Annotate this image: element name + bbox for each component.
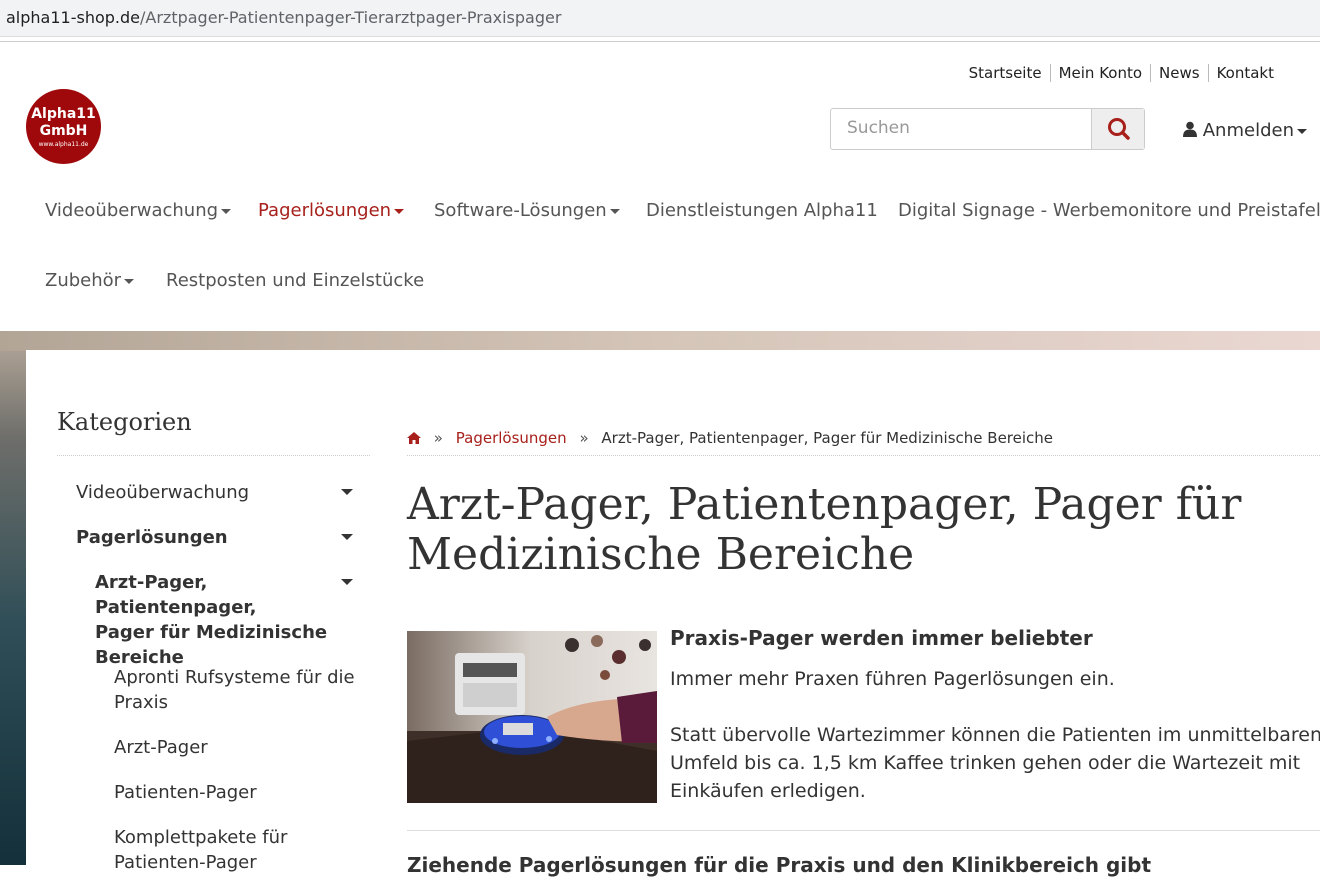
product-photo (407, 631, 657, 803)
pager-photo-illustration (407, 631, 657, 803)
divider (407, 455, 1320, 456)
login-dropdown[interactable]: Anmelden (1183, 120, 1307, 141)
content-panel: Kategorien Videoüberwachung Pagerlösunge… (26, 350, 1320, 877)
chevron-down-icon (1296, 128, 1307, 134)
section-paragraph: Statt übervolle Wartezimmer können die P… (670, 724, 1320, 802)
nav-item-dienstleistungen[interactable]: Dienstleistungen Alpha11 (646, 200, 878, 221)
sidebar-item-apronti[interactable]: Apronti Rufsysteme für die Praxis (114, 665, 355, 715)
nav-item-pagerloesungen[interactable]: Pagerlösungen (258, 200, 405, 221)
chevron-down-icon (394, 208, 405, 214)
search-box (830, 108, 1145, 150)
chevron-down-icon (609, 208, 620, 214)
sidebar-item-videoueberwachung[interactable]: Videoüberwachung (76, 480, 354, 505)
section-heading: Praxis-Pager werden immer beliebter (670, 626, 1093, 650)
search-input[interactable] (831, 109, 1108, 147)
nav-item-zubehoer[interactable]: Zubehör (45, 270, 135, 291)
divider (57, 455, 370, 456)
nav-item-videoueberwachung[interactable]: Videoüberwachung (45, 200, 232, 221)
nav-item-digital-signage[interactable]: Digital Signage - Werbemonitore und Prei… (898, 200, 1320, 221)
breadcrumb-separator: » (433, 429, 443, 447)
breadcrumb: » Pagerlösungen » Arzt-Pager, Patientenp… (407, 429, 1053, 447)
expand-arrow-icon[interactable] (341, 534, 353, 540)
page-title: Arzt-Pager, Patientenpager, Pager für Med… (407, 479, 1242, 580)
site-logo[interactable]: Alpha11 GmbH www.alpha11.de (26, 89, 101, 164)
url-path: /Arztpager-Patientenpager-Tierarztpager-… (140, 8, 562, 27)
url-domain: alpha11-shop.de (6, 8, 140, 27)
top-link-news[interactable]: News (1150, 64, 1208, 82)
top-link-startseite[interactable]: Startseite (961, 64, 1050, 82)
browser-address-bar[interactable]: alpha11-shop.de/Arztpager-Patientenpager… (0, 0, 1320, 37)
breadcrumb-link-pagerloesungen[interactable]: Pagerlösungen (456, 429, 567, 447)
site-header: Startseite Mein Konto News Kontakt Alpha… (0, 42, 1320, 331)
chevron-down-icon (124, 278, 135, 284)
login-label: Anmelden (1202, 120, 1294, 141)
home-icon[interactable] (407, 432, 421, 444)
sidebar-item-pagerloesungen[interactable]: Pagerlösungen (76, 525, 354, 550)
nav-item-restposten[interactable]: Restposten und Einzelstücke (166, 270, 424, 291)
top-link-mein-konto[interactable]: Mein Konto (1049, 64, 1150, 82)
expand-arrow-icon[interactable] (341, 489, 353, 495)
sidebar-title: Kategorien (57, 408, 192, 436)
sidebar-item-arzt-pager-current[interactable]: Arzt-Pager, Patientenpager, Pager für Med… (95, 570, 354, 670)
section-paragraph: Immer mehr Praxen führen Pagerlösungen e… (670, 668, 1115, 690)
sidebar-item-komplettpakete[interactable]: Komplettpakete für Patienten-Pager (114, 825, 287, 875)
breadcrumb-separator: » (579, 429, 589, 447)
logo-url: www.alpha11.de (38, 141, 89, 148)
breadcrumb-current: Arzt-Pager, Patientenpager, Pager für Me… (601, 429, 1054, 447)
divider (407, 830, 1320, 831)
section-heading: Ziehende Pagerlösungen für die Praxis un… (407, 853, 1152, 877)
nav-item-software-loesungen[interactable]: Software-Lösungen (434, 200, 620, 221)
logo-text: Alpha11 GmbH (31, 106, 96, 139)
chevron-down-icon (221, 208, 232, 214)
search-icon (1108, 118, 1130, 140)
address-text[interactable]: alpha11-shop.de/Arztpager-Patientenpager… (6, 8, 561, 27)
top-links: Startseite Mein Konto News Kontakt (961, 64, 1282, 82)
top-link-kontakt[interactable]: Kontakt (1207, 64, 1282, 82)
sidebar-item-patienten-pager[interactable]: Patienten-Pager (114, 780, 257, 805)
sidebar-item-arzt-pager[interactable]: Arzt-Pager (114, 735, 208, 760)
expand-arrow-icon[interactable] (341, 579, 353, 585)
search-button[interactable] (1091, 109, 1144, 149)
user-icon (1183, 121, 1197, 137)
